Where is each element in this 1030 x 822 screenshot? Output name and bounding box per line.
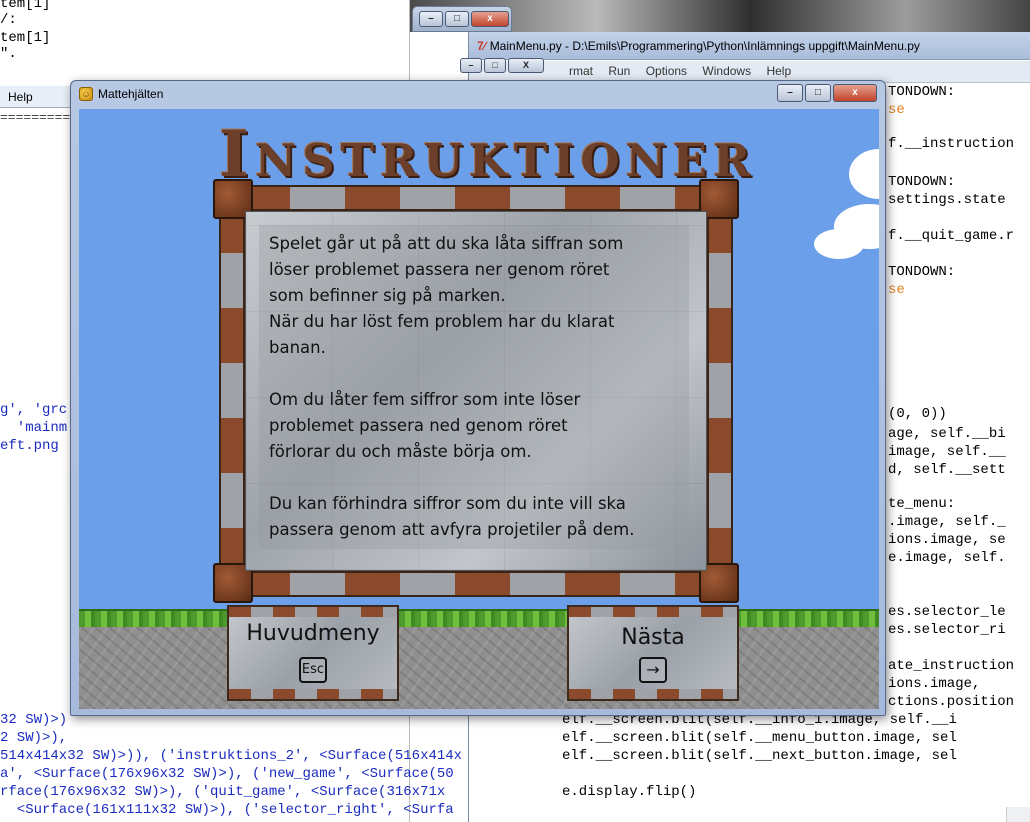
menu-windows[interactable]: Windows <box>702 64 751 78</box>
frame-bottom <box>233 571 719 597</box>
code-line: se <box>888 102 905 118</box>
editor-titlebar: 7∕ MainMenu.py - D:\Emils\Programmering\P… <box>469 32 1030 60</box>
minimize-icon[interactable]: – <box>419 11 443 27</box>
menu-run[interactable]: Run <box>608 64 630 78</box>
code-line: a', <Surface(176x96x32 SW)>), ('new_game… <box>0 766 454 782</box>
cloud-icon <box>849 149 879 199</box>
code-line: eft.png <box>0 438 59 454</box>
code-line: tem[1] <box>0 0 51 12</box>
code-line: d, self.__sett <box>888 462 1006 478</box>
game-canvas[interactable]: Instruktioner Spelet går ut på att du sk… <box>79 109 879 709</box>
instruction-line: Spelet går ut på att du ska låta siffran… <box>269 234 624 253</box>
code-line: image, self.__ <box>888 444 1006 460</box>
instruction-line: banan. <box>269 338 326 357</box>
code-line: <Surface(161x111x32 SW)>), ('selector_ri… <box>0 802 454 818</box>
code-line: 514x414x32 SW)>)), ('instruktions_2', <S… <box>0 748 463 764</box>
close-icon[interactable]: x <box>471 11 509 27</box>
close-icon[interactable]: X <box>508 58 544 73</box>
instruction-line: Om du låter fem siffror som inte löser <box>269 390 581 409</box>
game-window-title: Mattehjälten <box>98 87 164 101</box>
code-line: rface(176x96x32 SW)>), ('quit_game', <Su… <box>0 784 446 800</box>
button-frame <box>569 689 737 699</box>
maximize-icon[interactable]: □ <box>805 84 831 102</box>
shell-menu-help[interactable]: Help <box>0 86 75 108</box>
code-line: f.__instruction <box>888 136 1015 152</box>
code-line: es.selector_ri <box>888 622 1006 638</box>
code-line: f.__quit_game.r <box>888 228 1015 244</box>
code-line: elf.__screen.blit(self.__menu_button.ima… <box>562 730 957 746</box>
code-line: e.display.flip() <box>562 784 697 800</box>
code-line: 2 SW)>), <box>0 730 68 746</box>
scrollbar[interactable] <box>1006 807 1030 822</box>
code-line: TONDOWN: <box>888 264 956 280</box>
code-line: e.image, self. <box>888 550 1006 566</box>
minimize-icon[interactable]: – <box>460 58 482 73</box>
code-line: TONDOWN: <box>888 84 956 100</box>
button-frame <box>569 607 737 617</box>
button-frame <box>229 607 397 617</box>
code-line: se <box>888 282 905 298</box>
code-line: settings.state <box>888 192 1006 208</box>
button-frame <box>229 689 397 699</box>
game-titlebar: ☺ Mattehjälten <box>79 87 163 101</box>
code-line: .image, self._ <box>888 514 1006 530</box>
minimize-icon[interactable]: – <box>777 84 803 102</box>
instruction-line: Du kan förhindra siffror som du inte vil… <box>269 494 626 513</box>
frame-right <box>707 199 733 585</box>
code-line: tem[1] <box>0 30 51 46</box>
code-line: (0, 0)) <box>888 406 947 422</box>
close-icon[interactable]: x <box>833 84 877 102</box>
code-line: g', 'grc <box>0 402 68 418</box>
cloud-icon <box>814 229 864 259</box>
app-icon: ☺ <box>79 87 93 101</box>
main-menu-label: Huvudmeny <box>246 621 380 646</box>
code-line: age, self.__bi <box>888 426 1006 442</box>
instruction-line: När du har löst fem problem har du klara… <box>269 312 615 331</box>
code-line: es.selector_le <box>888 604 1006 620</box>
instruction-line: förlorar du och måste börja om. <box>269 442 532 461</box>
code-line: ions.image, se <box>888 532 1006 548</box>
rock-ground <box>79 627 879 709</box>
code-line: /: <box>0 12 17 28</box>
shell-separator: ========== <box>0 110 79 125</box>
background-window-titlebar: – □ x <box>412 6 512 32</box>
instruction-line: passera genom att avfyra projetiler på d… <box>269 520 635 539</box>
menu-options[interactable]: Options <box>646 64 687 78</box>
instruction-line: problemet passera ned genom röret <box>269 416 568 435</box>
code-line: TONDOWN: <box>888 174 956 190</box>
frame-top <box>233 185 719 211</box>
editor-inner-controls: – □ X <box>460 58 544 73</box>
code-line: te_menu: <box>888 496 956 512</box>
code-line: 'mainm <box>0 420 68 436</box>
code-line: ctions.position <box>888 694 1015 710</box>
esc-key-icon: Esc <box>299 657 327 683</box>
maximize-icon[interactable]: □ <box>445 11 469 27</box>
frame-left <box>219 199 245 585</box>
code-line: 32 SW)>) <box>0 712 68 728</box>
page-title: Instruktioner <box>219 117 757 192</box>
maximize-icon[interactable]: □ <box>484 58 506 73</box>
instruction-line: som befinner sig på marken. <box>269 286 506 305</box>
instructions-panel: Spelet går ut på att du ska låta siffran… <box>213 179 739 603</box>
game-window: ☺ Mattehjälten – □ x Instruktioner Spele… <box>70 80 886 716</box>
next-button[interactable]: Nästa → <box>567 605 739 701</box>
instructions-text: Spelet går ut på att du ska låta siffran… <box>259 225 689 549</box>
code-line: ate_instruction <box>888 658 1015 674</box>
code-line: elf.__screen.blit(self.__next_button.ima… <box>562 748 957 764</box>
instruction-line: löser problemet passera ner genom röret <box>269 260 610 279</box>
next-label: Nästa <box>621 625 685 650</box>
code-line: ". <box>0 46 17 62</box>
code-line: ions.image, <box>888 676 981 692</box>
menu-format[interactable]: rmat <box>569 64 593 78</box>
arrow-right-key-icon: → <box>639 657 667 683</box>
python-icon: 7∕ <box>477 39 486 53</box>
editor-title: MainMenu.py - D:\Emils\Programmering\Pyt… <box>489 39 920 53</box>
main-menu-button[interactable]: Huvudmeny Esc <box>227 605 399 701</box>
grass-ground <box>79 609 879 627</box>
menu-help[interactable]: Help <box>766 64 791 78</box>
window-controls: – □ x <box>777 84 877 102</box>
